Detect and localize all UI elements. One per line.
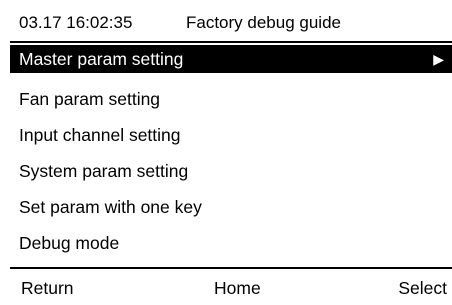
select-button[interactable]: Select [398, 271, 447, 305]
menu-item-input-channel-setting[interactable]: Input channel setting [10, 117, 452, 153]
menu-item-label: Set param with one key [19, 197, 202, 217]
menu-item-label: Debug mode [19, 233, 120, 253]
submenu-arrow-icon: ▶ [433, 51, 444, 67]
screen-title: Factory debug guide [186, 13, 341, 32]
menu-item-fan-param-setting[interactable]: Fan param setting [10, 81, 452, 117]
home-button[interactable]: Home [214, 271, 261, 305]
datetime-display: 03.17 16:02:35 [19, 13, 133, 32]
debug-guide-screen: 03.17 16:02:35 Factory debug guide Maste… [10, 5, 452, 301]
header-bar: 03.17 16:02:35 Factory debug guide [10, 5, 452, 43]
footer-bar: Return Home Select [10, 267, 452, 303]
menu-item-debug-mode[interactable]: Debug mode [10, 225, 452, 261]
return-button[interactable]: Return [21, 271, 74, 305]
menu-item-set-param-one-key[interactable]: Set param with one key [10, 189, 452, 225]
menu-item-system-param-setting[interactable]: System param setting [10, 153, 452, 189]
menu-item-label: Master param setting [19, 49, 184, 69]
menu-item-label: Fan param setting [19, 89, 161, 109]
menu-item-label: Input channel setting [19, 125, 181, 145]
menu-item-label: System param setting [19, 161, 189, 181]
settings-menu: Master param setting ▶ Fan param setting… [10, 45, 452, 261]
menu-item-master-param-setting[interactable]: Master param setting ▶ [10, 45, 452, 73]
